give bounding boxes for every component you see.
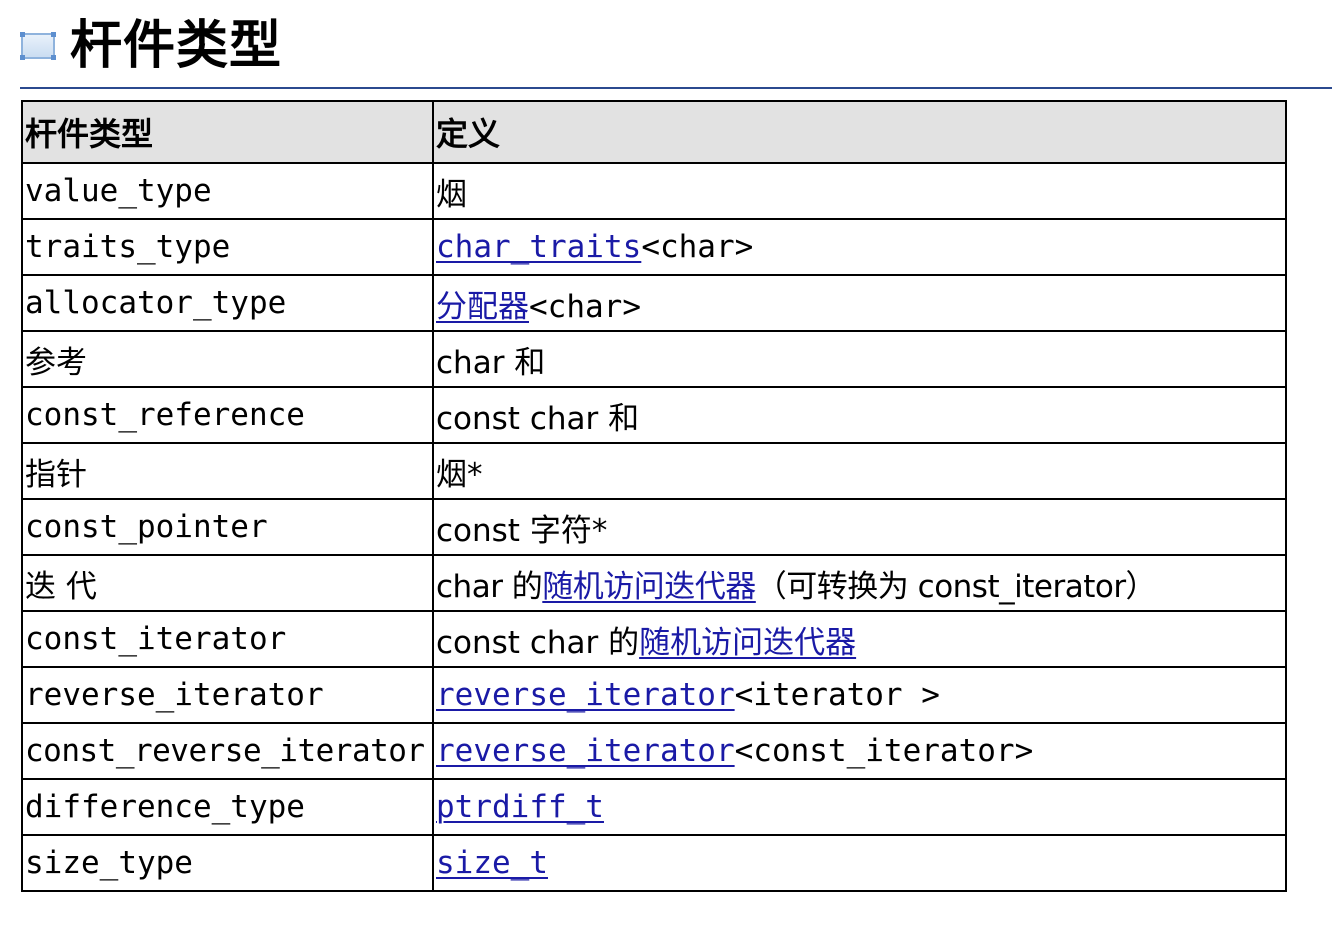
member-type-name: const_reverse_iterator	[25, 733, 425, 769]
table-row: size_type size_t	[21, 834, 1287, 892]
table-row: 参考 char 和	[21, 330, 1287, 388]
table-row: traits_type char_traits<char>	[21, 218, 1287, 276]
definition-text: <iterator >	[734, 677, 940, 713]
definition-cell: reverse_iterator<const_iterator>	[432, 722, 1287, 780]
definition-cell: const char 和	[432, 386, 1287, 444]
definition-text: char 和	[436, 344, 546, 381]
member-type-name: const_iterator	[25, 621, 287, 657]
member-type-name: const_reference	[25, 397, 305, 433]
definition-cell: char 的随机访问迭代器（可转换为 const_iterator）	[432, 554, 1287, 612]
member-type-name: traits_type	[25, 229, 231, 265]
member-type-cell: reverse_iterator	[21, 666, 434, 724]
definition-cell: const char 的随机访问迭代器	[432, 610, 1287, 668]
table-row: reverse_iterator reverse_iterator<iterato…	[21, 666, 1287, 724]
definition-link[interactable]: reverse_iterator	[436, 733, 735, 769]
table-row: allocator_type 分配器<char>	[21, 274, 1287, 332]
definition-cell: char_traits<char>	[432, 218, 1287, 276]
member-type-name: size_type	[25, 845, 193, 881]
definition-text: <const_iterator>	[734, 733, 1034, 769]
member-types-table: 杆件类型 定义 value_type 烟 traits_type char_trait…	[21, 100, 1287, 892]
table-row: 指针 烟*	[21, 442, 1287, 500]
definition-link[interactable]: reverse_iterator	[436, 677, 735, 713]
heading-divider	[20, 87, 1332, 89]
page-heading: 杆件类型	[20, 6, 1332, 86]
page-title: 杆件类型	[70, 16, 283, 76]
definition-link[interactable]: ptrdiff_t	[436, 789, 604, 825]
definition-cell: reverse_iterator<iterator >	[432, 666, 1287, 724]
definition-cell: char 和	[432, 330, 1287, 388]
member-type-cell: size_type	[21, 834, 434, 892]
member-type-cell: 指针	[21, 442, 434, 500]
member-type-name: allocator_type	[25, 285, 287, 321]
table-row: const_reference const char 和	[21, 386, 1287, 444]
definition-link[interactable]: 随机访问迭代器	[639, 625, 856, 661]
definition-link[interactable]: 随机访问迭代器	[542, 569, 756, 605]
definition-cell: 烟*	[432, 442, 1287, 500]
member-type-cell: value_type	[21, 162, 434, 220]
definition-cell: 分配器<char>	[432, 274, 1287, 332]
definition-text: const 字符*	[436, 512, 608, 549]
definition-link[interactable]: size_t	[436, 845, 548, 881]
section-box-icon	[20, 31, 56, 61]
member-type-cell: 迭 代	[21, 554, 434, 612]
definition-text: const char 和	[436, 400, 640, 437]
definition-text: （可转换为 const_iterator）	[755, 568, 1157, 605]
member-type-name: value_type	[25, 173, 212, 209]
table-row: const_reverse_iterator reverse_iterator<c…	[21, 722, 1287, 780]
definition-text: <char>	[641, 229, 754, 265]
definition-text: 烟	[436, 176, 467, 213]
member-type-name: const_pointer	[25, 509, 268, 545]
table-header-row: 杆件类型 定义	[21, 100, 1287, 164]
table-row: difference_type ptrdiff_t	[21, 778, 1287, 836]
table-row: 迭 代 char 的随机访问迭代器（可转换为 const_iterator）	[21, 554, 1287, 612]
table-row: const_pointer const 字符*	[21, 498, 1287, 556]
table-row: value_type 烟	[21, 162, 1287, 220]
member-type-name: 指针	[25, 456, 87, 493]
member-type-cell: const_iterator	[21, 610, 434, 668]
definition-text: <char>	[529, 288, 641, 325]
member-type-cell: difference_type	[21, 778, 434, 836]
member-type-name: difference_type	[25, 789, 305, 825]
member-type-cell: const_reference	[21, 386, 434, 444]
definition-cell: ptrdiff_t	[432, 778, 1287, 836]
member-type-cell: const_pointer	[21, 498, 434, 556]
member-type-name: reverse_iterator	[25, 677, 324, 713]
member-type-cell: 参考	[21, 330, 434, 388]
member-type-name: 迭 代	[25, 568, 97, 605]
member-type-cell: traits_type	[21, 218, 434, 276]
definition-cell: 烟	[432, 162, 1287, 220]
definition-text: 烟*	[436, 456, 483, 493]
member-type-cell: const_reverse_iterator	[21, 722, 434, 780]
definition-text: char 的	[436, 568, 543, 605]
column-header-definition: 定义	[432, 100, 1287, 164]
member-type-cell: allocator_type	[21, 274, 434, 332]
column-header-member-type: 杆件类型	[21, 100, 434, 164]
definition-cell: const 字符*	[432, 498, 1287, 556]
table-row: const_iterator const char 的随机访问迭代器	[21, 610, 1287, 668]
definition-cell: size_t	[432, 834, 1287, 892]
definition-link[interactable]: char_traits	[436, 229, 641, 265]
definition-link[interactable]: 分配器	[436, 289, 529, 325]
table-body: value_type 烟 traits_type char_traits<char> a…	[21, 162, 1287, 892]
member-type-name: 参考	[25, 344, 87, 381]
definition-text: const char 的	[436, 624, 640, 661]
